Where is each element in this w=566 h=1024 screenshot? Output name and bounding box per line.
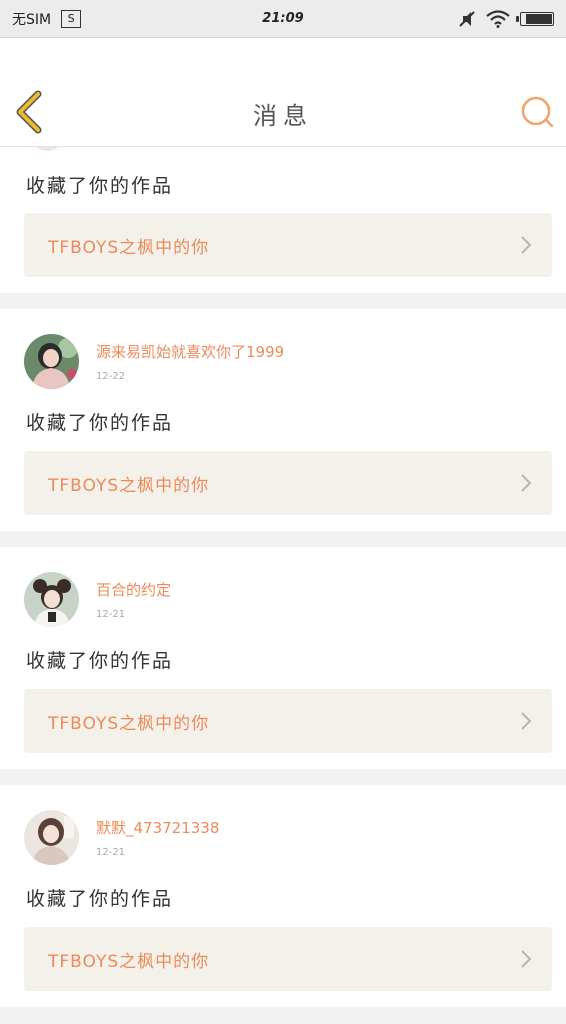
timestamp: 12-21 — [96, 609, 126, 620]
message-list[interactable]: 收藏了你的作品 TFBOYS之枫中的你 源来易凯始就喜欢你了1999 12-22… — [0, 147, 566, 1024]
action-text: 收藏了你的作品 — [26, 888, 174, 910]
action-text: 收藏了你的作品 — [26, 175, 174, 197]
avatar[interactable] — [24, 810, 79, 865]
timestamp: 12-21 — [96, 847, 126, 858]
chevron-right-icon — [521, 950, 532, 968]
avatar[interactable] — [30, 147, 64, 151]
work-title: TFBOYS之枫中的你 — [48, 476, 210, 496]
message-card: 默默_473721338 12-21 收藏了你的作品 TFBOYS之枫中的你 — [0, 785, 566, 1007]
wifi-icon — [486, 9, 510, 28]
username[interactable]: 默默_473721338 — [96, 817, 219, 838]
work-link[interactable]: TFBOYS之枫中的你 — [24, 213, 552, 277]
username[interactable]: 百合的约定 — [96, 579, 171, 600]
work-link[interactable]: TFBOYS之枫中的你 — [24, 689, 552, 753]
mute-icon — [459, 10, 475, 27]
work-title: TFBOYS之枫中的你 — [48, 714, 210, 734]
action-text: 收藏了你的作品 — [26, 650, 174, 672]
work-title: TFBOYS之枫中的你 — [48, 238, 210, 258]
avatar[interactable] — [24, 572, 79, 627]
carrier-label: 无SIM — [12, 11, 52, 28]
avatar[interactable] — [24, 334, 79, 389]
message-card: 源来易凯始就喜欢你了1999 12-22 收藏了你的作品 TFBOYS之枫中的你 — [0, 309, 566, 531]
search-icon[interactable] — [518, 93, 556, 131]
sim-icon-label: S — [67, 12, 75, 25]
sim-icon: S — [61, 9, 82, 28]
header-bar: 消息 — [0, 38, 566, 147]
battery-level — [526, 13, 552, 24]
battery-icon — [516, 11, 554, 26]
page-title: 消息 — [253, 102, 313, 130]
chevron-right-icon — [521, 474, 532, 492]
work-link[interactable]: TFBOYS之枫中的你 — [24, 451, 552, 515]
message-card: 收藏了你的作品 TFBOYS之枫中的你 — [0, 147, 566, 293]
message-card: 百合的约定 12-21 收藏了你的作品 TFBOYS之枫中的你 — [0, 547, 566, 769]
work-title: TFBOYS之枫中的你 — [48, 952, 210, 972]
timestamp: 12-22 — [96, 371, 126, 382]
status-bar: 无SIM S 21:09 — [0, 0, 566, 38]
chevron-right-icon — [521, 712, 532, 730]
username[interactable]: 源来易凯始就喜欢你了1999 — [96, 341, 284, 362]
chevron-right-icon — [521, 236, 532, 254]
action-text: 收藏了你的作品 — [26, 412, 174, 434]
work-link[interactable]: TFBOYS之枫中的你 — [24, 927, 552, 991]
